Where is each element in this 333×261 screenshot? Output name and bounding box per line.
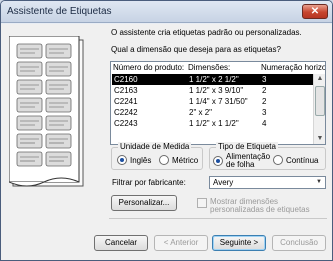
show-custom-sizes-checkbox[interactable]: Mostrar dimensões personalizadas de etiq… — [197, 198, 310, 214]
custom-sizes-line2: personalizadas de etiquetas — [210, 205, 310, 214]
row-across: 2 — [262, 86, 267, 95]
list-row[interactable]: C2163 1 1/2" x 3 9/10" 2 — [112, 85, 314, 96]
radio-english-label: Inglês — [130, 155, 152, 165]
header-dimensions: Dimensões: — [188, 63, 231, 72]
row-across: 2 — [262, 97, 267, 106]
radio-sheet-feed-label: Alimentação de folha — [226, 153, 270, 169]
radio-metric-label: Métrico — [172, 155, 199, 165]
header-product-number: Número do produto: — [113, 63, 185, 72]
filter-manufacturer-label: Filtrar por fabricante: — [112, 178, 186, 187]
row-product: C2242 — [114, 108, 138, 117]
scroll-thumb[interactable] — [315, 86, 325, 116]
sheet-feed-line2: de folha — [226, 160, 255, 169]
row-product: C2163 — [114, 86, 138, 95]
scroll-up-icon[interactable]: ▲ — [315, 74, 325, 84]
row-across: 3 — [262, 75, 267, 84]
window-title: Assistente de Etiquetas — [7, 6, 112, 17]
next-button[interactable]: Seguinte > — [212, 235, 266, 251]
row-product: C2160 — [114, 75, 138, 84]
radio-continuous-dot[interactable] — [273, 155, 283, 165]
radio-sheet-feed-dot[interactable] — [213, 156, 223, 166]
row-size: 1 1/2" x 1 1/2" — [189, 119, 239, 128]
radio-english-dot[interactable] — [117, 155, 127, 165]
dialog-body: O assistente cria etiquetas padrão ou pe… — [1, 24, 332, 260]
row-size: 2" x 2" — [189, 108, 213, 117]
list-row[interactable]: C2242 2" x 2" 3 — [112, 107, 314, 118]
list-row[interactable]: C2241 1 1/4" x 7 31/50" 2 — [112, 96, 314, 107]
list-scrollbar[interactable]: ▲ ▼ — [313, 74, 325, 144]
manufacturer-value: Avery — [213, 178, 234, 187]
product-listbox[interactable]: Número do produto: Dimensões: Numeração … — [110, 61, 326, 145]
radio-sheet-feed[interactable]: Alimentação de folha — [213, 153, 270, 169]
label-type-group: Tipo de Etiqueta Alimentação de folha Co… — [209, 142, 326, 170]
label-wizard-window: Assistente de Etiquetas ✕ O assistente c… — [0, 0, 333, 261]
cancel-button[interactable]: Cancelar — [94, 235, 148, 251]
show-custom-sizes-label: Mostrar dimensões personalizadas de etiq… — [210, 198, 310, 214]
chevron-down-icon[interactable]: ▼ — [313, 177, 325, 188]
radio-english[interactable]: Inglês — [117, 155, 151, 165]
row-size: 1 1/2" x 3 9/10" — [189, 86, 244, 95]
row-across: 4 — [262, 119, 267, 128]
row-across: 3 — [262, 108, 267, 117]
customize-button[interactable]: Personalizar... — [111, 195, 177, 211]
row-size: 1 1/4" x 7 31/50" — [189, 97, 248, 106]
label-type-group-title: Tipo de Etiqueta — [216, 142, 278, 151]
radio-metric[interactable]: Métrico — [159, 155, 198, 165]
scroll-down-icon[interactable]: ▼ — [315, 134, 325, 144]
radio-continuous[interactable]: Contínua — [273, 155, 318, 165]
intro-text: O assistente cria etiquetas padrão ou pe… — [111, 28, 302, 37]
list-header: Número do produto: Dimensões: Numeração … — [111, 62, 326, 74]
radio-continuous-label: Contínua — [286, 155, 319, 165]
close-button[interactable]: ✕ — [302, 4, 328, 19]
row-size: 1 1/2" x 2 1/2" — [189, 75, 239, 84]
header-across-count: Numeração horizo... — [261, 63, 326, 72]
dimension-question: Qual a dimensão que deseja para as etiqu… — [111, 45, 281, 54]
manufacturer-combobox[interactable]: Avery ▼ — [209, 176, 326, 189]
label-sheet-illustration — [9, 36, 84, 187]
show-custom-sizes-box[interactable] — [197, 198, 207, 208]
radio-metric-dot[interactable] — [159, 155, 169, 165]
footer-separator — [109, 218, 327, 219]
list-row[interactable]: C2243 1 1/2" x 1 1/2" 4 — [112, 118, 314, 129]
unit-group-title: Unidade de Medida — [118, 142, 192, 151]
list-row[interactable]: C2160 1 1/2" x 2 1/2" 3 — [112, 74, 314, 85]
finish-button[interactable]: Conclusão — [272, 235, 326, 251]
back-button[interactable]: < Anterior — [154, 235, 208, 251]
row-product: C2241 — [114, 97, 138, 106]
unit-of-measure-group: Unidade de Medida Inglês Métrico — [111, 142, 203, 170]
row-product: C2243 — [114, 119, 138, 128]
title-bar[interactable]: Assistente de Etiquetas ✕ — [1, 1, 332, 23]
